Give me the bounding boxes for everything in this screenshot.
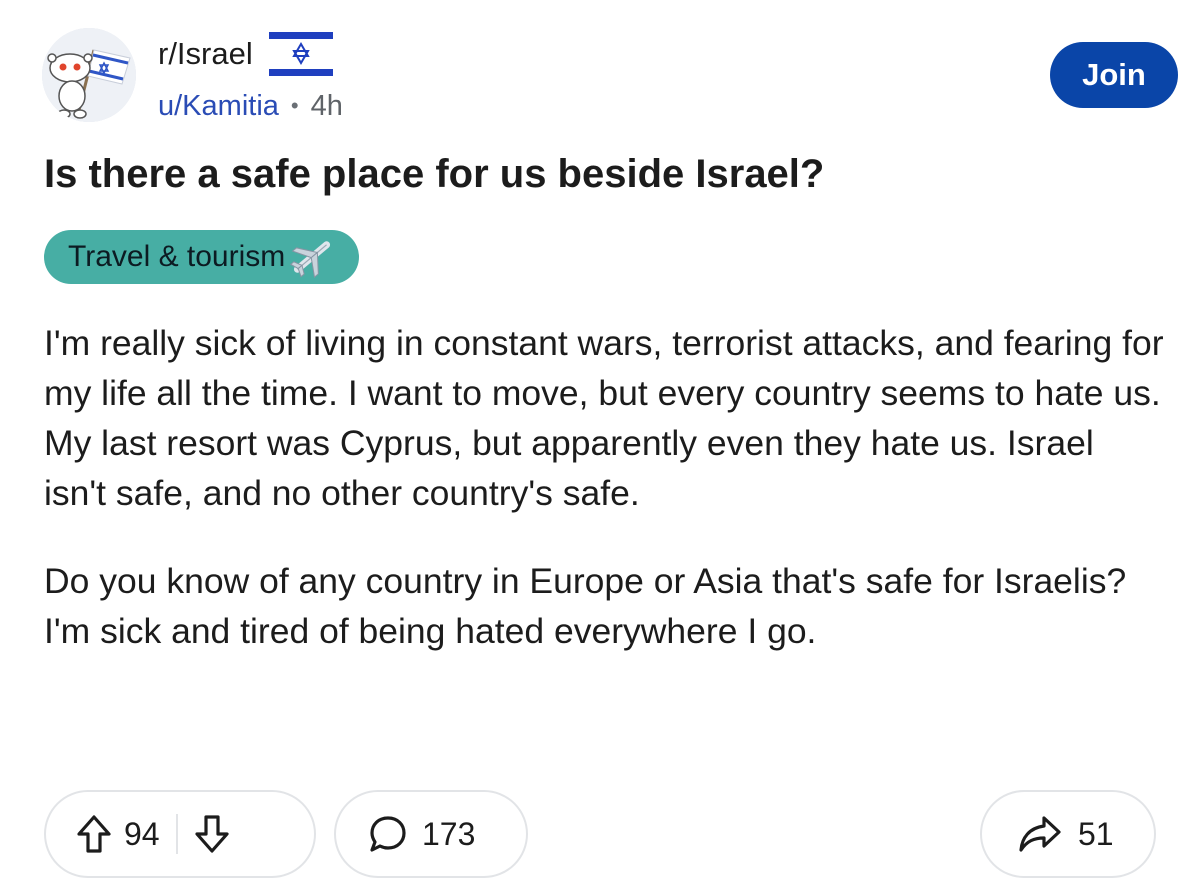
- comment-count: 173: [422, 815, 476, 852]
- author-username[interactable]: u/Kamitia: [158, 90, 279, 123]
- vote-bar: 94: [44, 790, 316, 878]
- vote-count: 94: [124, 815, 160, 852]
- post-meta: u/Kamitia • 4h: [158, 86, 343, 126]
- israel-flag-icon: [268, 30, 333, 78]
- join-button[interactable]: Join: [1050, 42, 1178, 108]
- vote-divider: [175, 814, 178, 854]
- post-title[interactable]: Is there a safe place for us beside Isra…: [44, 152, 824, 197]
- share-button[interactable]: 51: [980, 790, 1156, 878]
- flair-label: Travel & tourism: [68, 240, 286, 273]
- comments-button[interactable]: 173: [334, 790, 528, 878]
- share-count: 51: [1078, 815, 1114, 852]
- subreddit-line: r/Israel: [158, 30, 333, 78]
- subreddit-avatar[interactable]: [42, 28, 136, 122]
- share-arrow-icon: [1018, 814, 1062, 854]
- airplane-icon: [290, 241, 331, 279]
- body-paragraph: I'm really sick of living in constant wa…: [44, 323, 1164, 513]
- body-paragraph: Do you know of any country in Europe or …: [44, 561, 1127, 651]
- comment-bubble-icon: [368, 814, 408, 854]
- upvote-icon[interactable]: [76, 814, 112, 854]
- snoo-flag-icon: [42, 28, 136, 122]
- meta-separator: •: [290, 93, 299, 118]
- subreddit-name[interactable]: r/Israel: [158, 36, 253, 72]
- post-flair[interactable]: Travel & tourism: [44, 230, 360, 284]
- downvote-icon[interactable]: [194, 814, 230, 854]
- post-body: I'm really sick of living in constant wa…: [44, 318, 1164, 694]
- post-age: 4h: [310, 89, 343, 122]
